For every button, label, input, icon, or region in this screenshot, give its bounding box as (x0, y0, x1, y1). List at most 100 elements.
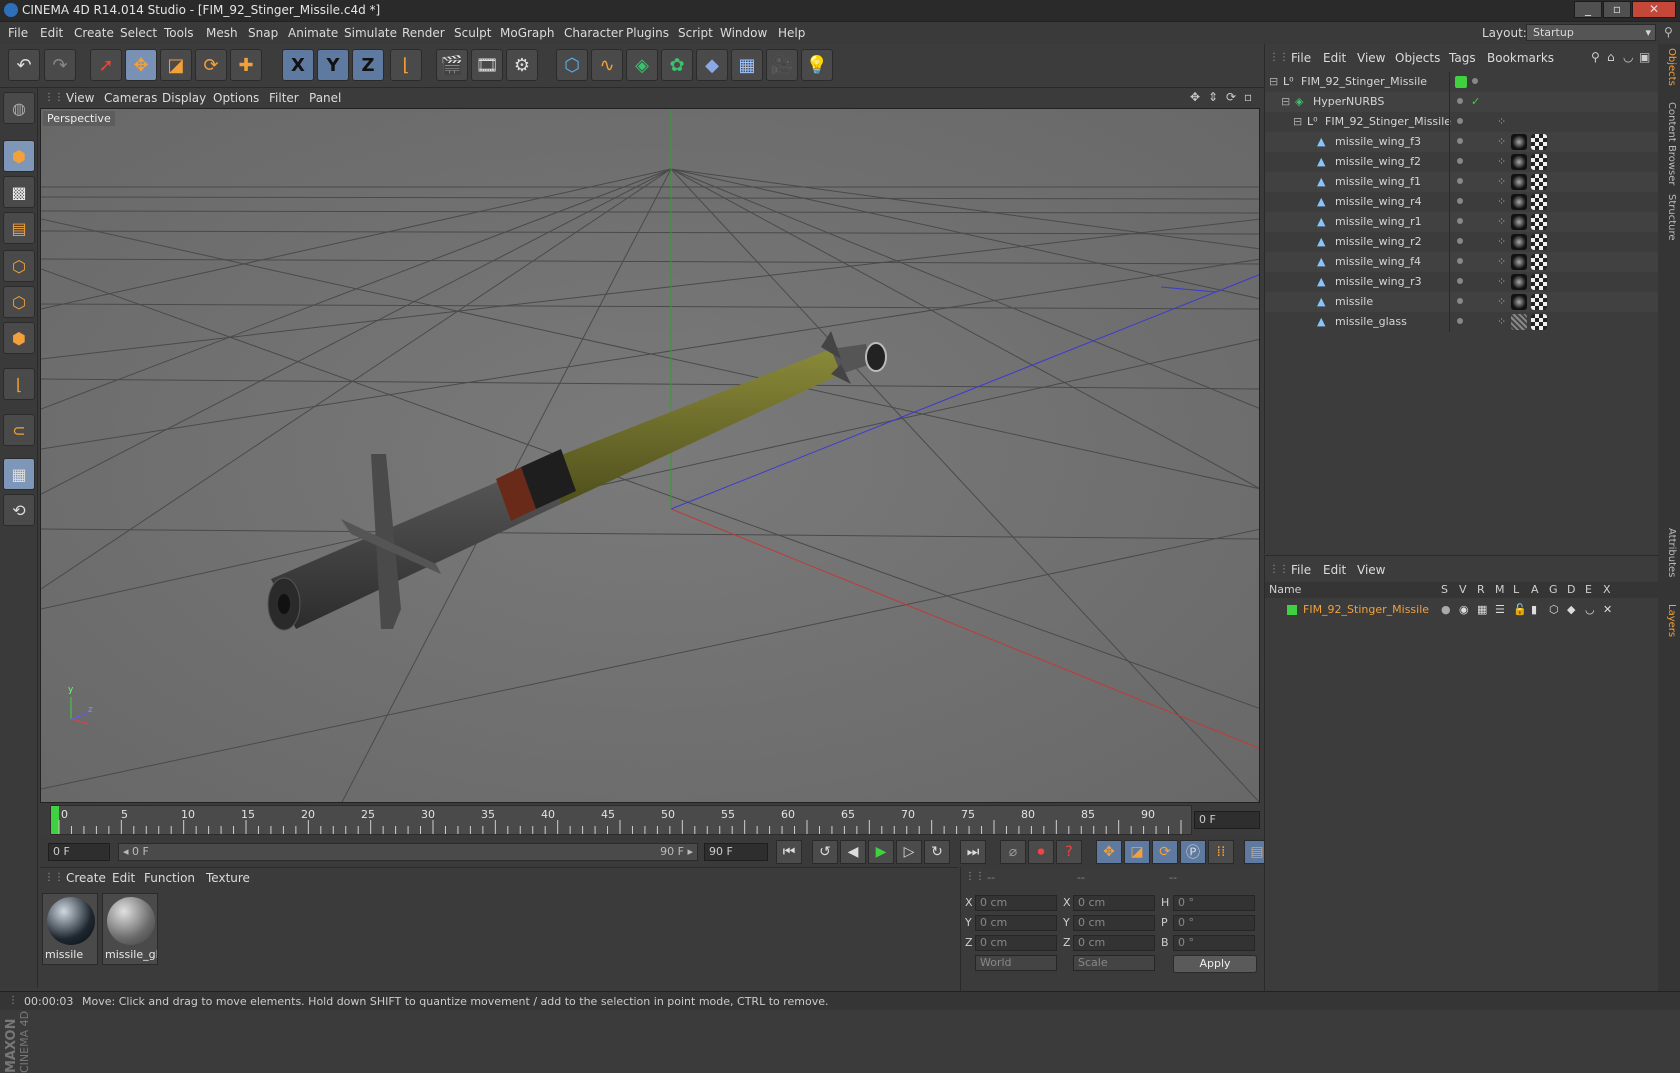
nurbs-button[interactable]: ◈ (626, 49, 658, 81)
tab-attributes[interactable]: Attributes (1661, 528, 1677, 577)
col-deformers[interactable]: D (1567, 583, 1575, 596)
uvw-tag-icon[interactable] (1531, 214, 1547, 230)
obj-menu-tags[interactable]: Tags (1449, 51, 1476, 65)
workplane-lock-button[interactable]: ▦ (3, 458, 35, 490)
col-locked[interactable]: L (1513, 583, 1519, 596)
col-generators[interactable]: G (1549, 583, 1558, 596)
uvw-tag-icon[interactable] (1531, 154, 1547, 170)
menu-character[interactable]: Character (564, 26, 623, 40)
make-editable-button[interactable]: ◍ (3, 92, 35, 124)
phong-tag-icon[interactable]: ⁘ (1497, 135, 1506, 148)
light-button[interactable]: 💡 (801, 49, 833, 81)
list-item[interactable]: ▲ missile_wing_r4 ⁘ (1265, 192, 1659, 212)
scale-tool-button[interactable]: ◪ (160, 49, 192, 81)
menu-sculpt[interactable]: Sculpt (454, 26, 491, 40)
undo-button[interactable]: ↶ (8, 49, 40, 81)
rotate-view-icon[interactable]: ⟳ (1226, 90, 1236, 104)
edges-mode-button[interactable]: ⬡ (3, 286, 35, 318)
snap-button[interactable]: ⊂ (3, 414, 35, 446)
pos-z-field[interactable]: 0 cm (975, 935, 1057, 951)
visibility-dot[interactable] (1457, 318, 1463, 324)
floor-button[interactable]: ▦ (731, 49, 763, 81)
render-picture-viewer-button[interactable]: 🎞 (471, 49, 503, 81)
material-tag-icon[interactable] (1511, 134, 1527, 150)
uvw-tag-icon[interactable] (1531, 194, 1547, 210)
manager-icon[interactable]: ☰ (1495, 603, 1505, 616)
menu-tools[interactable]: Tools (164, 26, 194, 40)
z-axis-button[interactable]: Z (352, 49, 384, 81)
next-frame-button[interactable]: ▷ (896, 840, 922, 864)
visibility-dot[interactable] (1457, 98, 1463, 104)
mat-menu-texture[interactable]: Texture (206, 871, 250, 885)
search-icon[interactable]: ⚲ (1591, 50, 1600, 64)
array-button[interactable]: ✿ (661, 49, 693, 81)
checkmark-icon[interactable]: ✓ (1471, 95, 1480, 108)
tab-layers[interactable]: Layers (1661, 604, 1677, 637)
material-swatch-missile-glass[interactable]: missile_gla (102, 893, 158, 965)
col-manager[interactable]: M (1495, 583, 1505, 596)
live-selection-button[interactable]: ➚ (90, 49, 122, 81)
obj-menu-objects[interactable]: Objects (1395, 51, 1440, 65)
material-tag-icon[interactable] (1511, 274, 1527, 290)
size-x-field[interactable]: 0 cm (1073, 895, 1155, 911)
obj-menu-edit[interactable]: Edit (1323, 51, 1346, 65)
maximize-button[interactable]: ▫ (1603, 1, 1631, 18)
current-frame-field[interactable]: 0 F (1194, 811, 1260, 829)
key-position-button[interactable]: ✥ (1096, 840, 1122, 864)
play-button[interactable]: ▶ (868, 840, 894, 864)
visibility-dot[interactable] (1457, 258, 1463, 264)
list-item[interactable]: ⊟ L⁰ FIM_92_Stinger_Missile ⁘ (1265, 112, 1659, 132)
move-tool-button[interactable]: ✥ (125, 49, 157, 81)
list-item[interactable]: ▲ missile_glass ⁘ (1265, 312, 1659, 332)
rot-h-field[interactable]: 0 ° (1173, 895, 1255, 911)
material-tag-icon[interactable] (1511, 294, 1527, 310)
keyframe-selection-button[interactable]: ? (1056, 840, 1082, 864)
move-view-icon[interactable]: ✥ (1190, 90, 1200, 104)
eye-icon[interactable]: ◉ (1459, 603, 1469, 616)
visibility-dot[interactable] (1457, 198, 1463, 204)
render-icon[interactable]: ▦ (1477, 603, 1487, 616)
menu-help[interactable]: Help (778, 26, 805, 40)
list-item[interactable]: ▲ missile_wing_f2 ⁘ (1265, 152, 1659, 172)
go-to-end-button[interactable]: ⏭ (960, 840, 986, 864)
solo-icon[interactable]: ● (1441, 603, 1451, 616)
list-item[interactable]: ▲ missile_wing_f3 ⁘ (1265, 132, 1659, 152)
vp-menu-filter[interactable]: Filter (269, 91, 299, 105)
timeline-ruler[interactable]: 0 5 10 15 20 25 30 35 40 45 50 55 60 65 … (50, 805, 1192, 835)
record-keys-button[interactable]: ⌀ (1000, 840, 1026, 864)
pos-x-field[interactable]: 0 cm (975, 895, 1057, 911)
material-tag-icon[interactable] (1511, 154, 1527, 170)
menu-select[interactable]: Select (120, 26, 157, 40)
start-frame-field[interactable]: 0 F (48, 843, 110, 861)
visibility-dot[interactable] (1457, 158, 1463, 164)
layer-menu-edit[interactable]: Edit (1323, 563, 1346, 577)
material-tag-icon[interactable] (1511, 194, 1527, 210)
list-item[interactable]: ▲ missile_wing_f4 ⁘ (1265, 252, 1659, 272)
uvw-tag-icon[interactable] (1531, 294, 1547, 310)
menu-file[interactable]: File (8, 26, 28, 40)
menu-simulate[interactable]: Simulate (344, 26, 397, 40)
zoom-view-icon[interactable]: ⇕ (1208, 90, 1218, 104)
material-tag-icon[interactable] (1511, 254, 1527, 270)
list-item[interactable]: ▲ missile_wing_f1 ⁘ (1265, 172, 1659, 192)
visibility-dot[interactable] (1472, 78, 1478, 84)
rot-p-field[interactable]: 0 ° (1173, 915, 1255, 931)
animation-icon[interactable]: ▮ (1531, 603, 1537, 616)
axis-mode-button[interactable]: ⌊ (3, 368, 35, 400)
visibility-dot[interactable] (1457, 238, 1463, 244)
new-window-icon[interactable]: ▣ (1639, 50, 1650, 64)
menu-create[interactable]: Create (74, 26, 114, 40)
material-tag-icon[interactable] (1511, 234, 1527, 250)
rot-b-field[interactable]: 0 ° (1173, 935, 1255, 951)
col-animation[interactable]: A (1531, 583, 1539, 596)
phong-tag-icon[interactable]: ⁘ (1497, 275, 1506, 288)
col-visible[interactable]: V (1459, 583, 1467, 596)
points-mode-button[interactable]: ⬡ (3, 250, 35, 282)
key-scale-button[interactable]: ◪ (1124, 840, 1150, 864)
layer-name[interactable]: FIM_92_Stinger_Missile (1303, 603, 1429, 616)
render-view-button[interactable]: 🎬 (436, 49, 468, 81)
vp-menu-view[interactable]: View (66, 91, 94, 105)
key-rotation-button[interactable]: ⟳ (1152, 840, 1178, 864)
search-icon[interactable]: ⚲ (1664, 25, 1673, 39)
vp-menu-display[interactable]: Display (162, 91, 206, 105)
